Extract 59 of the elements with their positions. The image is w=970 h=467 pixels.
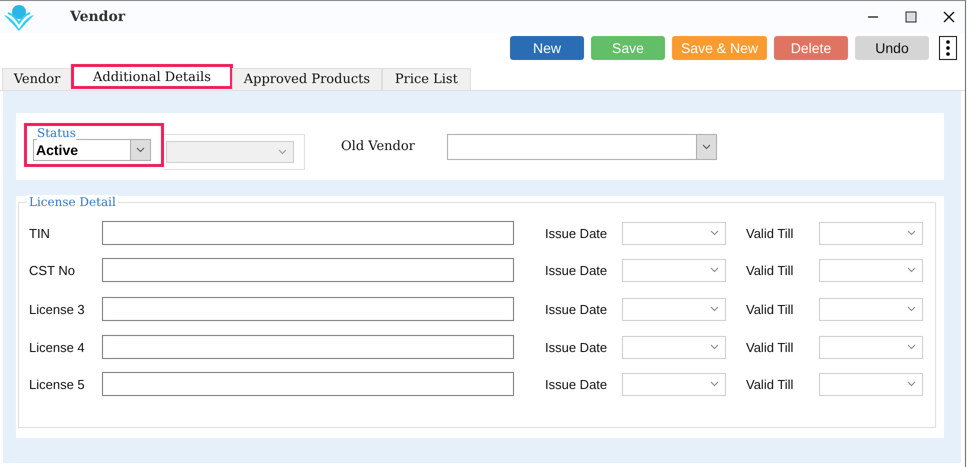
close-icon[interactable] — [943, 11, 955, 23]
chevron-down-icon — [710, 381, 719, 387]
date-dropdown[interactable] — [622, 298, 726, 320]
field-label: Valid Till — [746, 302, 794, 316]
maximize-icon[interactable] — [905, 11, 917, 23]
date-dropdown[interactable] — [819, 336, 923, 358]
input-field[interactable] — [102, 258, 514, 282]
status-dropdown[interactable]: Active — [33, 138, 151, 160]
date-dropdown[interactable] — [622, 336, 726, 358]
input-field[interactable] — [102, 335, 514, 359]
field-label: CST No — [29, 262, 76, 278]
tab[interactable]: Vendor — [2, 68, 72, 90]
chevron-down-icon — [710, 344, 719, 350]
chevron-down-icon — [907, 344, 916, 350]
chevron-down-icon — [702, 144, 711, 150]
field-label: Valid Till — [746, 340, 794, 354]
date-dropdown[interactable] — [819, 258, 923, 282]
field-label: Valid Till — [746, 376, 794, 392]
field-label: Issue Date — [545, 376, 608, 392]
field-label: License 3 — [29, 302, 86, 316]
chevron-down-icon — [710, 230, 719, 236]
tab[interactable]: Price List — [382, 68, 471, 90]
chevron-down-icon — [907, 230, 916, 236]
date-dropdown[interactable] — [819, 298, 923, 320]
field-label: TIN — [29, 226, 51, 240]
chevron-down-icon — [710, 267, 719, 273]
field-label: Issue Date — [545, 302, 608, 316]
input-field[interactable] — [102, 372, 514, 396]
toolbar-button[interactable]: New — [510, 36, 584, 60]
window-title: Vendor — [70, 9, 126, 25]
group-legend: Status — [37, 126, 76, 140]
chevron-down-icon — [907, 381, 916, 387]
field-label: Valid Till — [746, 226, 794, 240]
tab[interactable]: Approved Products — [232, 68, 382, 90]
field-label: License 5 — [29, 376, 86, 392]
input-field[interactable] — [102, 297, 514, 321]
date-dropdown[interactable] — [622, 258, 726, 282]
date-dropdown[interactable] — [622, 372, 726, 396]
field-label: Issue Date — [545, 340, 608, 354]
field-label: Valid Till — [746, 262, 794, 278]
group-legend: License Detail — [27, 195, 118, 209]
date-dropdown[interactable] — [819, 372, 923, 396]
field-label: Old Vendor — [341, 139, 415, 154]
field-label: License 4 — [29, 340, 86, 354]
field-label: Issue Date — [545, 262, 608, 278]
logo-icon — [2, 3, 36, 31]
date-dropdown[interactable] — [622, 222, 726, 244]
chevron-down-icon — [136, 146, 145, 152]
input-field[interactable] — [102, 221, 514, 245]
chevron-down-icon — [907, 306, 916, 312]
field-label: Issue Date — [545, 226, 608, 240]
chevron-down-icon — [710, 306, 719, 312]
tab[interactable]: Additional Details — [72, 65, 232, 88]
more-icon[interactable] — [939, 36, 957, 60]
date-dropdown[interactable] — [819, 222, 923, 244]
chevron-down-icon — [278, 148, 286, 154]
chevron-down-icon — [907, 267, 916, 273]
old-vendor-dropdown[interactable] — [446, 134, 717, 160]
toolbar-button[interactable]: Undo — [855, 36, 929, 60]
